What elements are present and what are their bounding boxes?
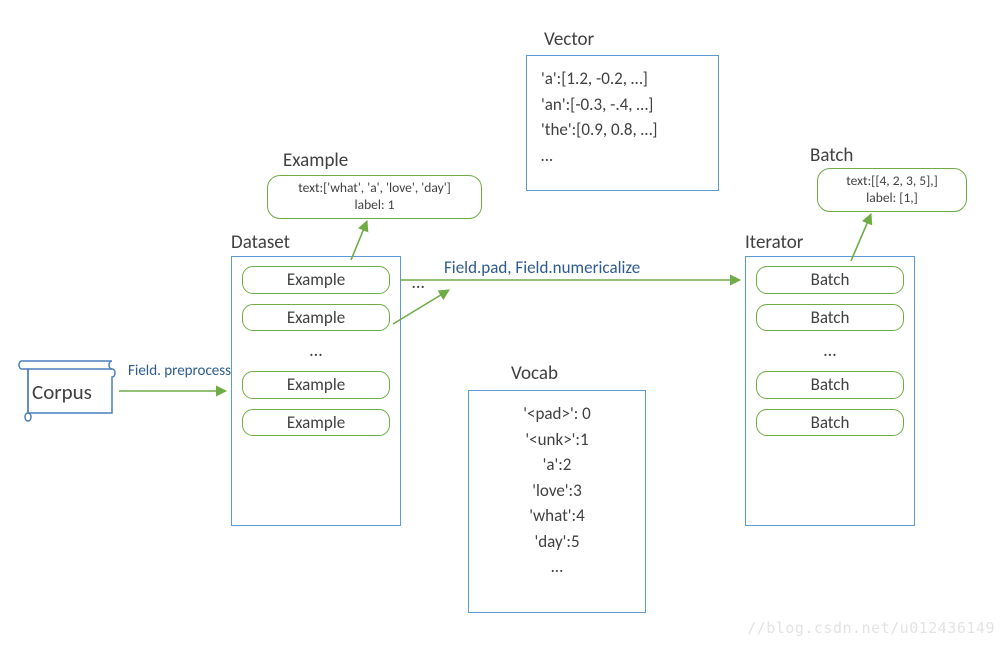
arrow-batch-detail <box>851 214 871 261</box>
batch-detail-title: Batch <box>810 144 853 167</box>
iterator-title: Iterator <box>745 231 803 254</box>
iterator-item: Batch <box>756 304 904 332</box>
vector-line: 'a':[1.2, -0.2, …] <box>541 66 704 92</box>
vocab-line: '<pad>': 0 <box>483 401 631 427</box>
iterator-item: Batch <box>756 409 904 437</box>
dataset-item: Example <box>242 266 390 294</box>
iterator-dots: … <box>746 341 914 359</box>
vector-line: … <box>541 143 704 169</box>
vector-line: 'an':[-0.3, -.4, …] <box>541 92 704 118</box>
vocab-line: 'what':4 <box>483 503 631 529</box>
batch-label-line: label: [1,] <box>826 190 958 207</box>
batch-text-line: text:[[4, 2, 3, 5],] <box>826 173 958 190</box>
batch-detail-box: text:[[4, 2, 3, 5],] label: [1,] <box>817 168 967 212</box>
vocab-box: '<pad>': 0 '<unk>':1 'a':2 'love':3 'wha… <box>468 390 646 613</box>
between-dots: … <box>412 271 424 293</box>
iterator-item: Batch <box>756 371 904 399</box>
iterator-box: Batch Batch … Batch Batch <box>745 256 915 526</box>
dataset-item: Example <box>242 304 390 332</box>
watermark: //blog.csdn.net/u012436149 <box>747 619 995 637</box>
vector-box: 'a':[1.2, -0.2, …] 'an':[-0.3, -.4, …] '… <box>526 55 719 191</box>
vocab-line: … <box>483 554 631 580</box>
example-label-line: label: 1 <box>276 197 473 214</box>
corpus-label: Corpus <box>32 379 92 405</box>
dataset-dots: … <box>232 341 400 359</box>
iterator-item: Batch <box>756 266 904 294</box>
vocab-line: 'day':5 <box>483 529 631 555</box>
vocab-title: Vocab <box>511 362 558 385</box>
dataset-box: Example Example … Example Example <box>231 256 401 526</box>
vocab-line: 'love':3 <box>483 478 631 504</box>
vector-line: 'the':[0.9, 0.8, …] <box>541 117 704 143</box>
example-detail-box: text:['what', 'a', 'love', 'day'] label:… <box>267 175 482 219</box>
arrow-example-detail <box>351 221 367 260</box>
field-preprocess-label: Field. preprocess <box>128 362 231 380</box>
dataset-item: Example <box>242 409 390 437</box>
example-detail-title: Example <box>283 149 348 172</box>
arrow-example2-mid <box>393 290 449 324</box>
dataset-title: Dataset <box>231 231 290 254</box>
vocab-line: '<unk>':1 <box>483 427 631 453</box>
example-text-line: text:['what', 'a', 'love', 'day'] <box>276 180 473 197</box>
field-pad-label: Field.pad, Field.numericalize <box>444 257 640 278</box>
vocab-line: 'a':2 <box>483 452 631 478</box>
vector-title: Vector <box>544 28 594 51</box>
dataset-item: Example <box>242 371 390 399</box>
